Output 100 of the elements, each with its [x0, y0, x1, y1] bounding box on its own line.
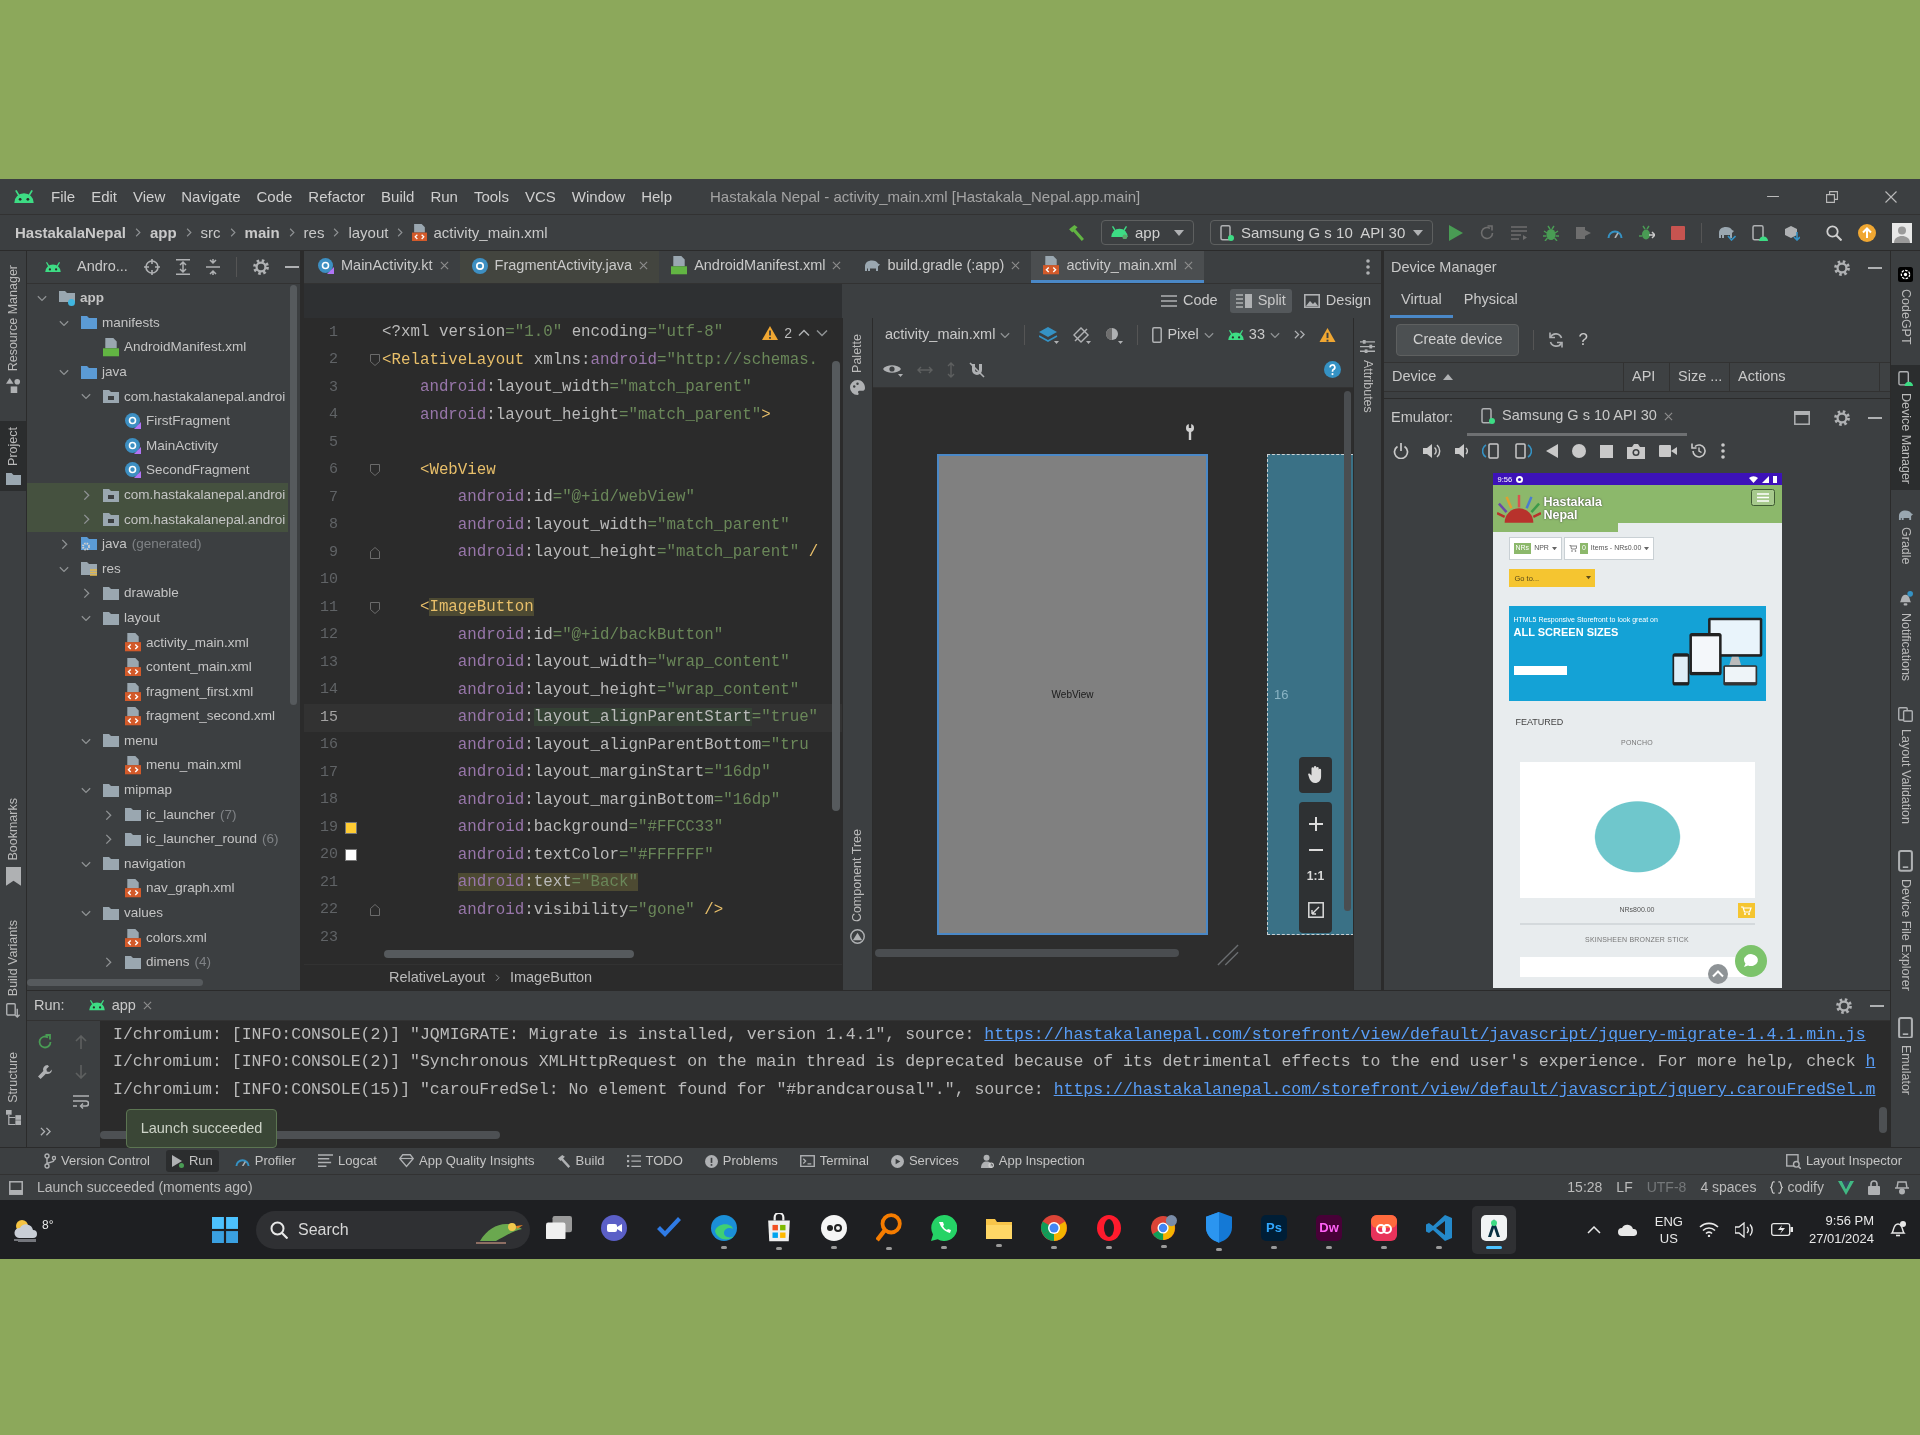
scrollbar-thumb[interactable]: [875, 949, 1179, 957]
expand-all-icon[interactable]: [175, 259, 190, 275]
crosshair-icon[interactable]: [143, 259, 160, 275]
segmented-circle-icon[interactable]: [1151, 1214, 1177, 1241]
bug-icon[interactable]: [1543, 224, 1559, 241]
tree-item[interactable]: nav_graph.xml: [27, 876, 288, 901]
chevron-down-icon[interactable]: [816, 329, 828, 338]
menubar-entry[interactable]: Tools: [465, 185, 517, 208]
tree-item[interactable]: fragment_first.xml: [27, 679, 288, 705]
minimize-icon[interactable]: [1766, 195, 1779, 198]
column-header[interactable]: Actions: [1730, 363, 1880, 391]
maximize-icon[interactable]: [1794, 410, 1810, 425]
tool-window-button[interactable]: Notifications: [1891, 584, 1920, 687]
tool-window-button[interactable]: Resource Manager: [0, 259, 26, 400]
view-mode-tab[interactable]: Split: [1229, 289, 1292, 313]
slashed-diamond-icon[interactable]: [1073, 326, 1092, 344]
swirl-icon[interactable]: [711, 1214, 737, 1241]
run-tab[interactable]: app: [82, 991, 158, 1020]
pan-button[interactable]: [1299, 757, 1332, 793]
square-icon[interactable]: [1600, 444, 1613, 458]
hammer-icon[interactable]: [1068, 224, 1085, 241]
panel-toggle-icon[interactable]: [9, 1180, 23, 1195]
breadcrumb-item[interactable]: activity_main.xml: [433, 223, 548, 242]
api-level-dropdown[interactable]: 33: [1227, 326, 1280, 344]
tree-item[interactable]: navigation: [27, 851, 288, 877]
diagonal-lines-icon[interactable]: [1217, 944, 1239, 966]
color-swatch-icon[interactable]: [345, 849, 357, 862]
tree-item[interactable]: activity_main.xml: [27, 630, 288, 655]
breadcrumb-item[interactable]: src: [200, 223, 221, 242]
app-tile[interactable]: Ps: [1261, 1214, 1287, 1241]
tool-window-button[interactable]: TODO: [620, 1150, 689, 1172]
chevron-circle-icon[interactable]: [1706, 964, 1729, 984]
video-camera-icon[interactable]: [1659, 445, 1677, 457]
menubar-entry[interactable]: VCS: [516, 185, 564, 208]
help-button[interactable]: ?: [1578, 329, 1588, 351]
tree-item[interactable]: mipmap: [27, 777, 288, 803]
menubar-entry[interactable]: Run: [422, 185, 466, 208]
box-download-icon[interactable]: [1784, 224, 1800, 241]
power-icon[interactable]: [1393, 443, 1409, 459]
more-icon[interactable]: [1721, 443, 1725, 459]
menubar-entry[interactable]: Window: [563, 185, 634, 208]
breadcrumb-item[interactable]: res: [303, 223, 325, 242]
ring-icon[interactable]: [1096, 1214, 1122, 1241]
folder-icon[interactable]: [986, 1216, 1012, 1239]
editor-tab[interactable]: activity_main.xml: [1031, 251, 1204, 283]
segmented-circle-icon[interactable]: [1041, 1214, 1067, 1241]
fold-marker-icon[interactable]: [370, 354, 380, 367]
tool-window-button[interactable]: Palette: [843, 328, 872, 401]
tool-window-button[interactable]: Device Manager: [1891, 364, 1920, 490]
app-tile[interactable]: Dw: [1316, 1214, 1342, 1241]
minus-icon[interactable]: [1308, 849, 1323, 852]
column-header[interactable]: API: [1624, 363, 1670, 391]
fold-marker-icon[interactable]: [370, 546, 380, 559]
checkmark-icon[interactable]: [656, 1216, 682, 1239]
tool-window-button[interactable]: Build: [550, 1150, 611, 1172]
editor-tab[interactable]: MainActivity.kt: [306, 251, 460, 283]
emulator-tab[interactable]: Samsung G s 10 API 30: [1467, 399, 1687, 436]
rotate-left-icon[interactable]: [1482, 443, 1500, 459]
menubar-entry[interactable]: Refactor: [300, 185, 374, 208]
tree-item[interactable]: ic_launcher_round (6): [27, 827, 288, 852]
tool-window-button[interactable]: Structure: [0, 1046, 26, 1131]
clock[interactable]: 9:56 PM 27/01/2024: [1808, 1211, 1874, 1248]
stop-icon[interactable]: [1671, 225, 1685, 240]
menubar-entry[interactable]: Navigate: [173, 185, 249, 208]
magnifier-icon[interactable]: [876, 1213, 902, 1242]
console-link[interactable]: https://hastakalanepal.com/storefront/view/default/javascript/jquery.carouFredSel.m: [1053, 1079, 1876, 1100]
bell-icon[interactable]: [1890, 1221, 1906, 1238]
tree-item[interactable]: content_main.xml: [27, 654, 288, 680]
tree-item[interactable]: layout: [27, 605, 288, 631]
tree-item[interactable]: ic_launcher (7): [27, 802, 288, 828]
fold-marker-icon[interactable]: [370, 601, 380, 614]
breadcrumb-item[interactable]: ImageButton: [509, 968, 593, 987]
column-header[interactable]: Size ...: [1670, 363, 1730, 391]
refresh-icon[interactable]: [1548, 332, 1565, 348]
tree-item[interactable]: SecondFragment: [27, 458, 288, 483]
tool-window-button[interactable]: Device File Explorer: [1891, 844, 1920, 997]
volume-icon[interactable]: [1734, 1221, 1755, 1238]
minimize-icon[interactable]: [1868, 416, 1882, 419]
tree-item[interactable]: res: [27, 556, 288, 582]
warning-icon[interactable]: [762, 326, 779, 341]
console-link[interactable]: https://hastakalanepal.com/storefront/view/default/javascript/jquery-migrate-1.4.1.min.js: [984, 1024, 1866, 1045]
scrollbar-thumb[interactable]: [832, 361, 840, 811]
fold-marker-icon[interactable]: [370, 904, 380, 917]
tool-window-button[interactable]: Gradle: [1891, 503, 1920, 571]
panel-tab[interactable]: Physical: [1452, 284, 1529, 318]
plus-icon[interactable]: [1308, 817, 1323, 832]
elephant-arrow-icon[interactable]: [1718, 224, 1736, 241]
breadcrumb-item[interactable]: app: [149, 223, 177, 242]
compass-tile-icon[interactable]: [1481, 1214, 1507, 1241]
tree-item[interactable]: com.hastakalanepal.androi: [27, 507, 288, 532]
tree-item[interactable]: com.hastakalanepal.androi: [27, 384, 288, 409]
play-icon[interactable]: [1449, 224, 1463, 241]
settings-icon[interactable]: [1834, 259, 1850, 276]
rings-tile-icon[interactable]: [1371, 1214, 1397, 1241]
status-item[interactable]: LF: [1616, 1179, 1633, 1196]
tool-window-button[interactable]: Run: [165, 1150, 219, 1172]
double-chevron-icon[interactable]: [1293, 330, 1305, 340]
search-box[interactable]: Search: [256, 1210, 530, 1249]
camera-icon[interactable]: [1627, 443, 1645, 459]
editor-tab[interactable]: FragmentActivity.java: [459, 251, 660, 283]
